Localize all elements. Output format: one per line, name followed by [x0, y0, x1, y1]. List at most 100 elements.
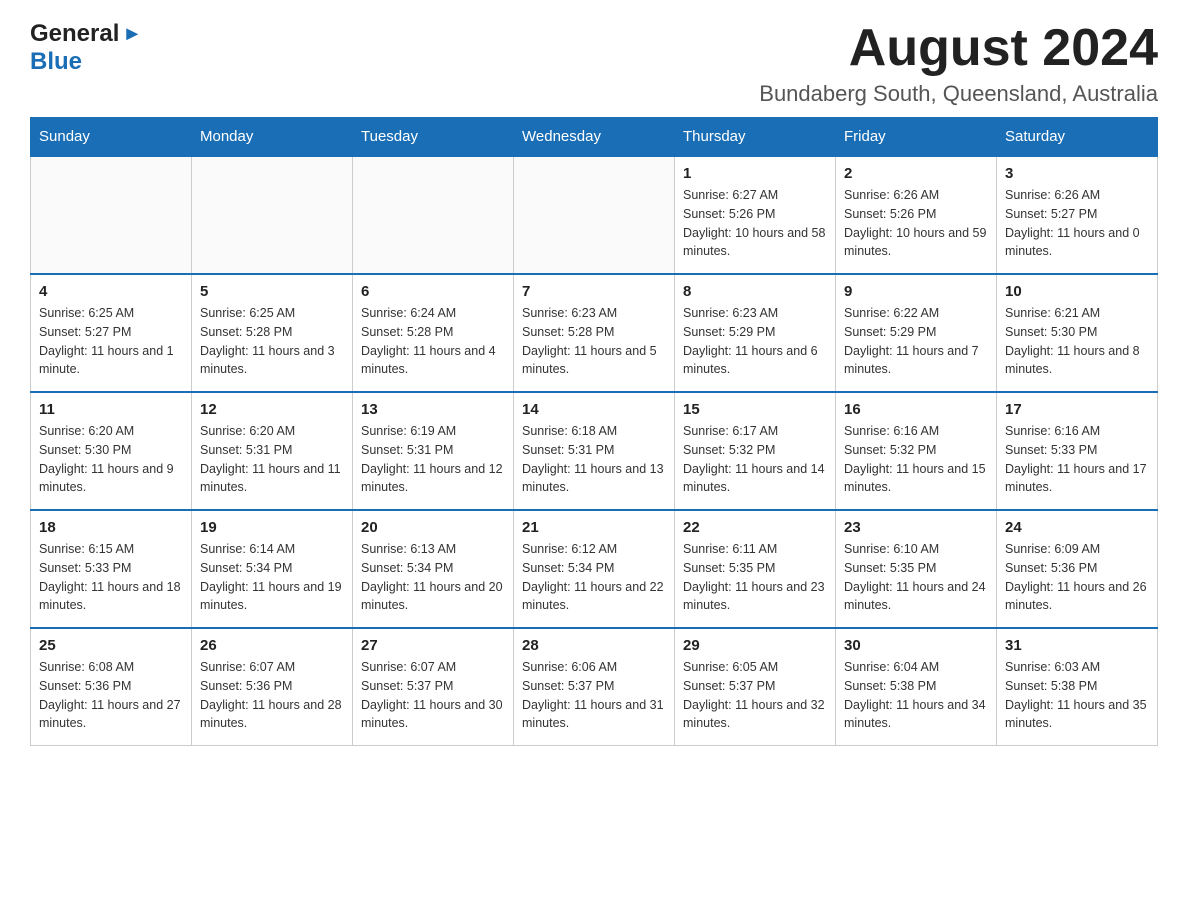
day-info: Sunrise: 6:16 AM Sunset: 5:33 PM Dayligh…	[1005, 422, 1149, 497]
day-info: Sunrise: 6:23 AM Sunset: 5:29 PM Dayligh…	[683, 304, 827, 379]
day-number: 25	[39, 637, 183, 654]
weekday-header-thursday: Thursday	[675, 118, 836, 157]
day-info: Sunrise: 6:13 AM Sunset: 5:34 PM Dayligh…	[361, 540, 505, 615]
day-info: Sunrise: 6:18 AM Sunset: 5:31 PM Dayligh…	[522, 422, 666, 497]
day-info: Sunrise: 6:24 AM Sunset: 5:28 PM Dayligh…	[361, 304, 505, 379]
calendar-cell: 13 Sunrise: 6:19 AM Sunset: 5:31 PM Dayli…	[353, 392, 514, 510]
calendar-cell: 29 Sunrise: 6:05 AM Sunset: 5:37 PM Dayli…	[675, 628, 836, 746]
day-info: Sunrise: 6:07 AM Sunset: 5:37 PM Dayligh…	[361, 658, 505, 733]
day-info: Sunrise: 6:26 AM Sunset: 5:27 PM Dayligh…	[1005, 186, 1149, 261]
logo-blue-text: Blue	[30, 48, 82, 75]
day-info: Sunrise: 6:26 AM Sunset: 5:26 PM Dayligh…	[844, 186, 988, 261]
calendar-cell: 12 Sunrise: 6:20 AM Sunset: 5:31 PM Dayli…	[192, 392, 353, 510]
calendar-cell: 9Sunrise: 6:22 AM Sunset: 5:29 PM Daylig…	[836, 274, 997, 392]
day-info: Sunrise: 6:03 AM Sunset: 5:38 PM Dayligh…	[1005, 658, 1149, 733]
day-info: Sunrise: 6:16 AM Sunset: 5:32 PM Dayligh…	[844, 422, 988, 497]
calendar-cell: 25 Sunrise: 6:08 AM Sunset: 5:36 PM Dayli…	[31, 628, 192, 746]
calendar-cell	[192, 156, 353, 274]
calendar-cell: 3Sunrise: 6:26 AM Sunset: 5:27 PM Daylig…	[997, 156, 1158, 274]
logo-arrow-icon: ►	[122, 23, 142, 46]
calendar-cell: 11Sunrise: 6:20 AM Sunset: 5:30 PM Dayli…	[31, 392, 192, 510]
calendar-cell: 26Sunrise: 6:07 AM Sunset: 5:36 PM Dayli…	[192, 628, 353, 746]
day-info: Sunrise: 6:05 AM Sunset: 5:37 PM Dayligh…	[683, 658, 827, 733]
day-number: 23	[844, 519, 988, 536]
day-number: 5	[200, 283, 344, 300]
calendar-cell: 19 Sunrise: 6:14 AM Sunset: 5:34 PM Dayli…	[192, 510, 353, 628]
calendar-cell: 10Sunrise: 6:21 AM Sunset: 5:30 PM Dayli…	[997, 274, 1158, 392]
logo-general-text: General	[30, 20, 119, 48]
title-block: August 2024 Bundaberg South, Queensland,…	[759, 20, 1158, 107]
calendar-week-row: 18 Sunrise: 6:15 AM Sunset: 5:33 PM Dayli…	[31, 510, 1158, 628]
calendar-cell: 6Sunrise: 6:24 AM Sunset: 5:28 PM Daylig…	[353, 274, 514, 392]
calendar-table: SundayMondayTuesdayWednesdayThursdayFrid…	[30, 117, 1158, 746]
day-number: 1	[683, 165, 827, 182]
month-title: August 2024	[759, 20, 1158, 77]
weekday-header-saturday: Saturday	[997, 118, 1158, 157]
calendar-cell: 27 Sunrise: 6:07 AM Sunset: 5:37 PM Dayli…	[353, 628, 514, 746]
weekday-header-wednesday: Wednesday	[514, 118, 675, 157]
logo: General ► Blue	[30, 20, 142, 76]
calendar-header-row: SundayMondayTuesdayWednesdayThursdayFrid…	[31, 118, 1158, 157]
day-number: 31	[1005, 637, 1149, 654]
calendar-cell	[31, 156, 192, 274]
day-number: 20	[361, 519, 505, 536]
calendar-cell: 16 Sunrise: 6:16 AM Sunset: 5:32 PM Dayli…	[836, 392, 997, 510]
day-number: 12	[200, 401, 344, 418]
calendar-week-row: 25 Sunrise: 6:08 AM Sunset: 5:36 PM Dayli…	[31, 628, 1158, 746]
day-info: Sunrise: 6:27 AM Sunset: 5:26 PM Dayligh…	[683, 186, 827, 261]
calendar-cell: 8 Sunrise: 6:23 AM Sunset: 5:29 PM Daylig…	[675, 274, 836, 392]
day-info: Sunrise: 6:10 AM Sunset: 5:35 PM Dayligh…	[844, 540, 988, 615]
calendar-cell: 21Sunrise: 6:12 AM Sunset: 5:34 PM Dayli…	[514, 510, 675, 628]
calendar-cell: 18 Sunrise: 6:15 AM Sunset: 5:33 PM Dayli…	[31, 510, 192, 628]
day-number: 13	[361, 401, 505, 418]
weekday-header-friday: Friday	[836, 118, 997, 157]
day-info: Sunrise: 6:07 AM Sunset: 5:36 PM Dayligh…	[200, 658, 344, 733]
day-info: Sunrise: 6:25 AM Sunset: 5:27 PM Dayligh…	[39, 304, 183, 379]
day-number: 27	[361, 637, 505, 654]
day-number: 30	[844, 637, 988, 654]
day-info: Sunrise: 6:08 AM Sunset: 5:36 PM Dayligh…	[39, 658, 183, 733]
calendar-cell: 17 Sunrise: 6:16 AM Sunset: 5:33 PM Dayli…	[997, 392, 1158, 510]
calendar-cell: 28 Sunrise: 6:06 AM Sunset: 5:37 PM Dayli…	[514, 628, 675, 746]
calendar-cell	[353, 156, 514, 274]
weekday-header-tuesday: Tuesday	[353, 118, 514, 157]
day-number: 18	[39, 519, 183, 536]
day-info: Sunrise: 6:11 AM Sunset: 5:35 PM Dayligh…	[683, 540, 827, 615]
calendar-cell: 4Sunrise: 6:25 AM Sunset: 5:27 PM Daylig…	[31, 274, 192, 392]
day-number: 17	[1005, 401, 1149, 418]
day-info: Sunrise: 6:06 AM Sunset: 5:37 PM Dayligh…	[522, 658, 666, 733]
calendar-week-row: 4Sunrise: 6:25 AM Sunset: 5:27 PM Daylig…	[31, 274, 1158, 392]
day-number: 7	[522, 283, 666, 300]
day-info: Sunrise: 6:25 AM Sunset: 5:28 PM Dayligh…	[200, 304, 344, 379]
weekday-header-sunday: Sunday	[31, 118, 192, 157]
day-number: 15	[683, 401, 827, 418]
day-number: 24	[1005, 519, 1149, 536]
day-number: 11	[39, 401, 183, 418]
day-info: Sunrise: 6:20 AM Sunset: 5:31 PM Dayligh…	[200, 422, 344, 497]
day-info: Sunrise: 6:15 AM Sunset: 5:33 PM Dayligh…	[39, 540, 183, 615]
calendar-cell: 30 Sunrise: 6:04 AM Sunset: 5:38 PM Dayli…	[836, 628, 997, 746]
day-info: Sunrise: 6:14 AM Sunset: 5:34 PM Dayligh…	[200, 540, 344, 615]
day-info: Sunrise: 6:04 AM Sunset: 5:38 PM Dayligh…	[844, 658, 988, 733]
calendar-cell: 2 Sunrise: 6:26 AM Sunset: 5:26 PM Daylig…	[836, 156, 997, 274]
day-info: Sunrise: 6:12 AM Sunset: 5:34 PM Dayligh…	[522, 540, 666, 615]
calendar-cell: 31 Sunrise: 6:03 AM Sunset: 5:38 PM Dayli…	[997, 628, 1158, 746]
day-number: 14	[522, 401, 666, 418]
day-info: Sunrise: 6:19 AM Sunset: 5:31 PM Dayligh…	[361, 422, 505, 497]
day-info: Sunrise: 6:09 AM Sunset: 5:36 PM Dayligh…	[1005, 540, 1149, 615]
calendar-week-row: 11Sunrise: 6:20 AM Sunset: 5:30 PM Dayli…	[31, 392, 1158, 510]
day-info: Sunrise: 6:23 AM Sunset: 5:28 PM Dayligh…	[522, 304, 666, 379]
day-number: 19	[200, 519, 344, 536]
day-number: 2	[844, 165, 988, 182]
day-number: 8	[683, 283, 827, 300]
calendar-cell: 23 Sunrise: 6:10 AM Sunset: 5:35 PM Dayli…	[836, 510, 997, 628]
calendar-cell: 5 Sunrise: 6:25 AM Sunset: 5:28 PM Daylig…	[192, 274, 353, 392]
day-number: 22	[683, 519, 827, 536]
calendar-cell: 15 Sunrise: 6:17 AM Sunset: 5:32 PM Dayli…	[675, 392, 836, 510]
day-number: 29	[683, 637, 827, 654]
day-info: Sunrise: 6:17 AM Sunset: 5:32 PM Dayligh…	[683, 422, 827, 497]
day-number: 16	[844, 401, 988, 418]
day-number: 28	[522, 637, 666, 654]
day-info: Sunrise: 6:21 AM Sunset: 5:30 PM Dayligh…	[1005, 304, 1149, 379]
weekday-header-monday: Monday	[192, 118, 353, 157]
